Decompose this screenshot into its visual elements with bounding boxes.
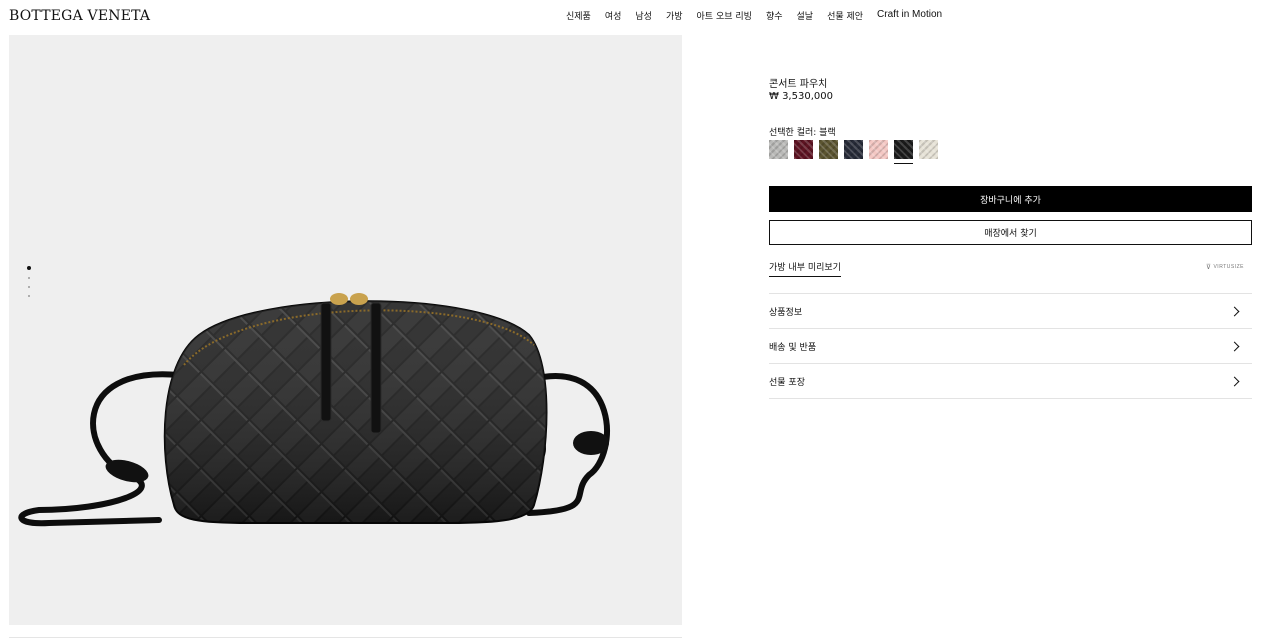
product-image-gallery[interactable] [9, 35, 682, 625]
nav-item-gift-ideas[interactable]: 선물 제안 [827, 9, 863, 22]
product-accordion: 상품정보 배송 및 반품 선물 포장 [769, 293, 1252, 399]
nav-item-new[interactable]: 신제품 [566, 9, 591, 22]
main-nav: 신제품 여성 남성 가방 아트 오브 리빙 향수 설날 선물 제안 Craft … [566, 9, 956, 22]
color-swatch-1[interactable] [769, 140, 788, 159]
color-swatch-4[interactable] [844, 140, 863, 159]
virtusize-icon: ⊽ [1205, 264, 1212, 271]
swatch-texture [769, 140, 788, 159]
accordion-label: 배송 및 반품 [769, 342, 817, 353]
accordion-item-gift-wrap[interactable]: 선물 포장 [769, 364, 1252, 399]
chevron-right-icon [1229, 376, 1240, 386]
product-image [18, 293, 610, 527]
brand-logo[interactable]: BOTTEGA VENETA [9, 8, 150, 24]
accordion-item-shipping-returns[interactable]: 배송 및 반품 [769, 329, 1252, 364]
color-swatch-6[interactable] [894, 140, 913, 164]
nav-item-art-of-living[interactable]: 아트 오브 리빙 [697, 9, 752, 22]
accordion-item-product-info[interactable]: 상품정보 [769, 294, 1252, 329]
swatch-texture [894, 140, 913, 159]
divider [9, 637, 682, 638]
slide-dot[interactable] [28, 286, 30, 288]
slide-dot-active[interactable] [27, 266, 31, 270]
nav-item-lunar-new-year[interactable]: 설날 [797, 9, 814, 22]
color-swatch-5[interactable] [869, 140, 888, 159]
nav-item-bags[interactable]: 가방 [666, 9, 683, 22]
accordion-label: 선물 포장 [769, 377, 805, 388]
accordion-label: 상품정보 [769, 307, 803, 318]
slide-dot[interactable] [28, 277, 30, 279]
nav-item-craft-in-motion[interactable]: Craft in Motion [877, 9, 942, 22]
product-title: 콘서트 파우치 [769, 79, 828, 90]
add-to-cart-button[interactable]: 장바구니에 추가 [769, 186, 1252, 212]
swatch-texture [794, 140, 813, 159]
virtusize-badge[interactable]: ⊽ VIRTUSIZE [1206, 263, 1244, 271]
virtusize-label: VIRTUSIZE [1213, 264, 1244, 270]
swatch-texture [869, 140, 888, 159]
preview-inside-link[interactable]: 가방 내부 미리보기 [769, 260, 841, 277]
nav-item-women[interactable]: 여성 [605, 9, 622, 22]
nav-item-men[interactable]: 남성 [635, 9, 652, 22]
chevron-right-icon [1229, 306, 1240, 316]
find-in-store-button[interactable]: 매장에서 찾기 [769, 220, 1252, 245]
selected-color-label: 선택한 컬러: 블랙 [769, 128, 836, 138]
swatch-texture [819, 140, 838, 159]
color-swatches [769, 140, 938, 164]
swatch-texture [919, 140, 938, 159]
slide-dot[interactable] [28, 295, 30, 297]
chevron-right-icon [1229, 341, 1240, 351]
color-swatch-7[interactable] [919, 140, 938, 159]
slide-indicators [27, 266, 31, 297]
nav-item-fragrance[interactable]: 향수 [766, 9, 783, 22]
swatch-texture [844, 140, 863, 159]
color-swatch-3[interactable] [819, 140, 838, 159]
product-price: ₩ 3,530,000 [769, 91, 833, 102]
color-swatch-2[interactable] [794, 140, 813, 159]
